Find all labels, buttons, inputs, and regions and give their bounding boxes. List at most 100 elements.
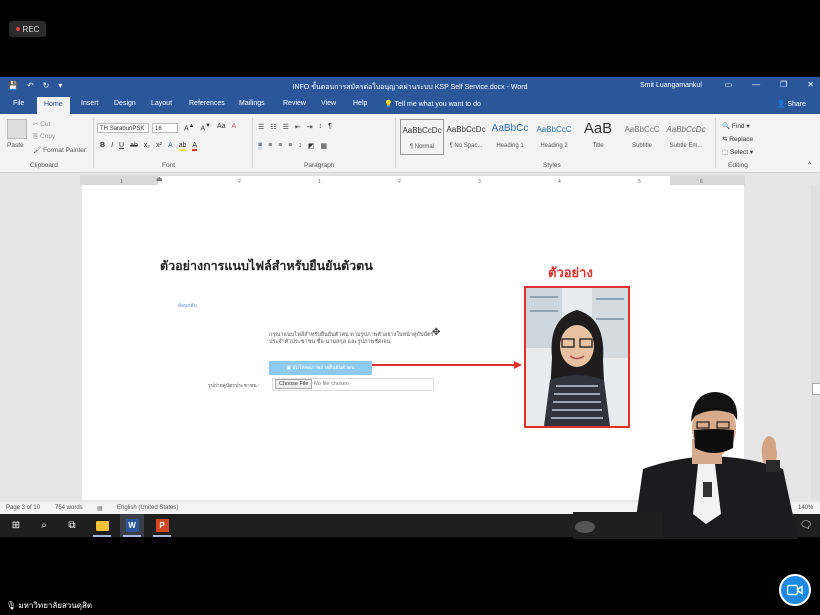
arrow-head-icon [514, 361, 522, 369]
word-count[interactable]: 754 words [55, 505, 83, 511]
recording-indicator: REC [9, 21, 46, 37]
divider [395, 118, 396, 168]
cursor-icon: ⬚ [722, 149, 729, 156]
close-icon[interactable]: ✕ [807, 80, 814, 89]
indent-marker-icon[interactable]: ⏏ [156, 175, 163, 183]
no-file-text: No file chosen [313, 381, 349, 387]
style-subtle-emphasis[interactable]: AaBbCcDc Subtle Em... [664, 119, 708, 155]
multilevel-list-icon[interactable]: ☰ [283, 123, 289, 131]
minimize-icon[interactable]: — [752, 80, 760, 89]
bullets-icon[interactable]: ☰ [258, 123, 264, 131]
font-size-controls: A▲ A▼ Aa A [184, 123, 236, 132]
text-effects-icon[interactable]: A [168, 142, 173, 151]
style-heading-1[interactable]: AaBbCc Heading 1 [488, 119, 532, 155]
powerpoint-app-icon[interactable]: P [150, 514, 174, 537]
tab-review[interactable]: Review [283, 100, 306, 107]
sample-label: ตัวอย่าง [548, 265, 593, 280]
windows-start-icon[interactable]: ⊞ [4, 514, 28, 537]
pilcrow-icon[interactable]: ¶ [328, 123, 332, 131]
style-no-spacing[interactable]: AaBbCcDc ¶ No Spac... [444, 119, 488, 155]
superscript-icon[interactable]: x² [156, 142, 162, 151]
collapse-ribbon-icon[interactable]: ^ [808, 161, 811, 168]
font-color-icon[interactable]: A [192, 142, 198, 151]
proofing-icon[interactable]: ▤ [97, 505, 103, 512]
back-link[interactable]: ย้อนกลับ [178, 302, 197, 310]
grow-font-icon[interactable]: A▲ [184, 123, 194, 132]
tab-home[interactable]: Home [37, 97, 70, 114]
tab-view[interactable]: View [321, 100, 336, 107]
sort-icon[interactable]: ↕ [319, 123, 323, 131]
word-app-icon[interactable]: W [120, 514, 144, 537]
record-dot-icon [15, 27, 20, 31]
select-button[interactable]: ⬚ Select ▾ [722, 146, 753, 159]
style-title[interactable]: AaB Title [576, 119, 620, 155]
clear-format-icon[interactable]: A [231, 123, 236, 132]
move-cursor-icon: ✥ [432, 327, 441, 338]
maximize-icon[interactable]: ❐ [780, 80, 787, 89]
tab-mailings[interactable]: Mailings [239, 100, 265, 107]
italic-icon[interactable]: I [111, 142, 113, 151]
share-button[interactable]: 👤 Share [777, 100, 806, 108]
subscript-icon[interactable]: x₂ [144, 142, 150, 151]
style-normal[interactable]: AaBbCcDc ¶ Normal [400, 119, 444, 155]
bold-icon[interactable]: B [100, 142, 105, 151]
ribbon-home: Paste ✂ Cut ⎘ Copy 🖌 Format Painter Clip… [0, 114, 820, 173]
format-painter-button[interactable]: 🖌 Format Painter [33, 146, 86, 154]
align-left-icon[interactable]: ≡ [258, 142, 263, 150]
align-center-icon[interactable]: ≡ [268, 142, 272, 150]
styles-group-label: Styles [543, 162, 561, 169]
increase-indent-icon[interactable]: ⇥ [307, 123, 313, 131]
find-button[interactable]: 🔍 Find ▾ [722, 120, 753, 133]
upload-button[interactable]: ▣ อัปโหลดภาพถ่ายยืนยันตัวตน [269, 361, 372, 375]
style-subtitle[interactable]: AaBbCcC Subtitle [620, 119, 664, 155]
tab-file[interactable]: File [13, 100, 24, 107]
shrink-font-icon[interactable]: A▼ [200, 123, 210, 132]
person-icon: 👤 [776, 101, 786, 108]
shading-icon[interactable]: ◩ [308, 142, 315, 150]
tab-references[interactable]: References [189, 100, 225, 107]
replace-button[interactable]: ⇆ Replace [722, 133, 753, 146]
presenter-illustration [573, 392, 798, 539]
font-size-select[interactable]: 16 [152, 123, 178, 133]
clipboard-icon [7, 119, 27, 139]
tab-design[interactable]: Design [114, 100, 136, 107]
highlight-icon[interactable]: ab [178, 142, 187, 151]
page-count[interactable]: Page 3 of 10 [6, 505, 40, 511]
divider [715, 118, 716, 168]
underline-icon[interactable]: U [119, 142, 124, 151]
justify-icon[interactable]: ≡ [288, 142, 292, 150]
language-indicator[interactable]: English (United States) [117, 505, 178, 511]
borders-icon[interactable]: ▦ [321, 142, 328, 150]
video-camera-icon [787, 584, 803, 596]
camera-button[interactable] [779, 574, 811, 606]
participant-name: 🎙 มหาวิทยาลัยสวนดุสิต [6, 601, 93, 610]
strikethrough-icon[interactable]: ab [130, 142, 138, 151]
editing-group: 🔍 Find ▾ ⇆ Replace ⬚ Select ▾ [722, 120, 753, 159]
cut-button[interactable]: ✂ Cut [33, 120, 50, 128]
user-name[interactable]: Smit Luangamankul [640, 82, 702, 89]
copy-button[interactable]: ⎘ Copy [33, 133, 55, 141]
tab-help[interactable]: Help [353, 100, 367, 107]
change-case-icon[interactable]: Aa [217, 123, 226, 132]
search-icon[interactable]: ⌕ [32, 514, 56, 537]
font-name-select[interactable]: TH SarabunPSK [97, 123, 149, 133]
file-input[interactable]: Choose File No file chosen [272, 378, 434, 391]
decrease-indent-icon[interactable]: ⇤ [295, 123, 301, 131]
lightbulb-icon: 💡 [384, 101, 393, 108]
file-explorer-icon[interactable] [90, 514, 114, 537]
alignment-controls: ≡ ≡ ≡ ≡ ↕ ◩ ▦ [258, 142, 327, 150]
style-heading-2[interactable]: AaBbCcC Heading 2 [532, 119, 576, 155]
choose-file-button[interactable]: Choose File [275, 379, 313, 389]
paste-button[interactable]: Paste [7, 142, 24, 149]
tab-insert[interactable]: Insert [81, 100, 99, 107]
styles-gallery: AaBbCcDc ¶ Normal AaBbCcDc ¶ No Spac... Aa… [400, 119, 708, 157]
ribbon-display-icon[interactable]: ▭ [725, 80, 733, 89]
tab-layout[interactable]: Layout [151, 100, 172, 107]
align-right-icon[interactable]: ≡ [278, 142, 282, 150]
file-label: รูปถ่ายคู่บัตรประชาชน : [208, 383, 260, 389]
numbering-icon[interactable]: ☷ [270, 123, 276, 131]
tell-me-search[interactable]: 💡 Tell me what you want to do [384, 100, 481, 108]
ribbon-tabs: File Home Insert Design Layout Reference… [0, 95, 820, 114]
line-spacing-icon[interactable]: ↕ [298, 142, 302, 150]
task-view-icon[interactable]: ⧉ [60, 514, 84, 537]
